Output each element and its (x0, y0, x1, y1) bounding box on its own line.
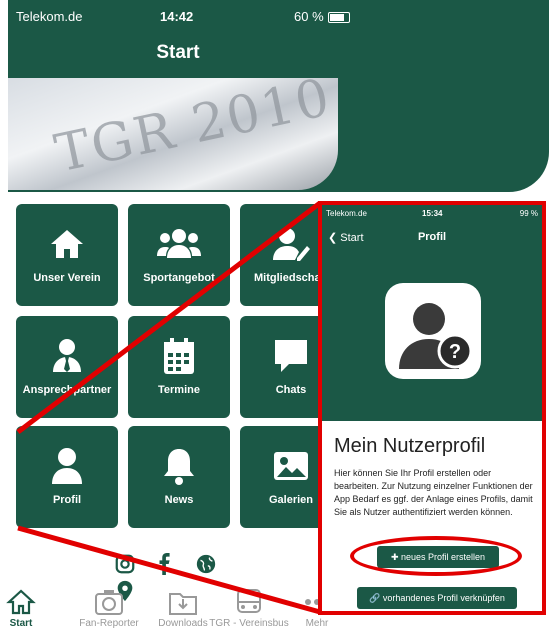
carrier-label: Telekom.de (16, 9, 83, 24)
profile-heading: Mein Nutzerprofil (334, 435, 486, 457)
inset-battery: 99 % (519, 209, 538, 218)
profile-screen-inset: Telekom.de 15:34 99 % Profil ❮ Start ? M… (318, 201, 546, 615)
status-bar: Telekom.de 14:42 60 % (8, 8, 549, 28)
battery-icon (327, 12, 350, 24)
header: Telekom.de 14:42 60 % Start TGR 2010 (8, 0, 549, 192)
user-icon (16, 446, 118, 486)
calendar-icon (128, 336, 230, 376)
link-profile-button[interactable]: 🔗 vorhandenes Profil verknüpfen (357, 587, 517, 609)
inset-header: Telekom.de 15:34 99 % Profil ❮ Start ? (322, 205, 542, 421)
social-links (114, 553, 254, 602)
chevron-left-icon: ❮ (328, 232, 341, 244)
banner-snow-text: TGR 2010 (49, 67, 337, 185)
user-question-icon: ? (399, 303, 473, 369)
bell-icon (128, 446, 230, 486)
svg-text:?: ? (449, 341, 461, 363)
contact-person-icon (16, 336, 118, 376)
profile-description: Hier können Sie Ihr Profil erstellen ode… (334, 468, 533, 517)
home-icon (0, 588, 64, 618)
tile-label: News (164, 494, 194, 506)
inset-clock: 15:34 (422, 209, 443, 218)
header-banner-image: TGR 2010 (8, 68, 338, 190)
tile-news[interactable]: News (128, 426, 230, 528)
facebook-icon[interactable] (154, 553, 180, 579)
tab-label: Start (9, 618, 33, 629)
tab-label: Mehr (305, 618, 329, 629)
page-title: Start (156, 42, 200, 63)
tile-label: Sportangebot (143, 272, 215, 284)
tile-profil[interactable]: Profil (16, 426, 118, 528)
profile-placeholder-image: ? (385, 283, 481, 379)
home-icon (16, 224, 118, 264)
back-button[interactable]: ❮ Start (328, 231, 364, 244)
link-icon: 🔗 (369, 593, 383, 603)
tile-ansprechpartner[interactable]: Ansprechpartner (16, 316, 118, 418)
inset-status-bar: Telekom.de 15:34 99 % (326, 209, 538, 218)
group-icon (128, 224, 230, 264)
inset-carrier: Telekom.de (326, 209, 367, 218)
clock: 14:42 (160, 9, 194, 24)
highlight-ellipse (350, 536, 522, 576)
tile-label: Profil (52, 494, 82, 506)
tile-label: Unser Verein (33, 272, 101, 284)
tile-label: Termine (158, 384, 200, 396)
globe-icon[interactable] (195, 553, 221, 579)
instagram-icon[interactable] (114, 553, 140, 579)
battery-indicator: 60 % (294, 9, 350, 24)
tile-sportangebot[interactable]: Sportangebot (128, 204, 230, 306)
tab-start[interactable]: Start (0, 588, 64, 629)
tile-label: Ansprechpartner (22, 384, 112, 396)
tile-termine[interactable]: Termine (128, 316, 230, 418)
tile-unser-verein[interactable]: Unser Verein (16, 204, 118, 306)
